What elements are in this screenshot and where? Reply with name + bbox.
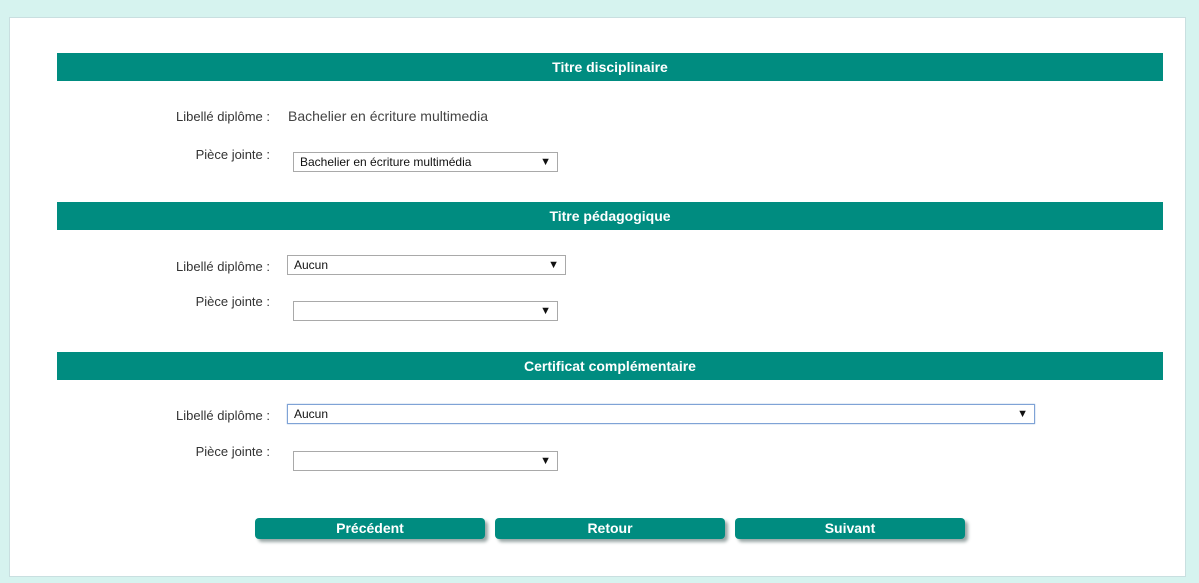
next-button[interactable]: Suivant [735,518,965,539]
piece-jointe-label: Pièce jointe : [195,147,270,162]
libelle-diplome-select[interactable]: Aucun ▼ [287,255,566,275]
libelle-diplome-label: Libellé diplôme : [176,408,270,423]
libelle-diplome-selected-value: Aucun [294,258,329,272]
section-header-titre-pedagogique: Titre pédagogique [57,202,1163,230]
piece-jointe-select[interactable]: Bachelier en écriture multimédia ▼ [293,152,558,172]
libelle-diplome-label: Libellé diplôme : [176,109,270,124]
previous-button[interactable]: Précédent [255,518,485,539]
piece-jointe-select[interactable]: ▼ [293,451,558,471]
dropdown-arrow-icon: ▼ [540,455,551,467]
dropdown-arrow-icon: ▼ [548,259,559,271]
section-header-certificat-complementaire: Certificat complémentaire [57,352,1163,380]
libelle-diplome-select[interactable]: Aucun ▼ [287,404,1035,424]
back-button[interactable]: Retour [495,518,725,539]
dropdown-arrow-icon: ▼ [1017,408,1028,420]
libelle-diplome-label: Libellé diplôme : [176,259,270,274]
piece-jointe-label: Pièce jointe : [195,444,270,459]
libelle-diplome-value: Bachelier en écriture multimedia [288,108,488,124]
piece-jointe-select[interactable]: ▼ [293,301,558,321]
dropdown-arrow-icon: ▼ [540,305,551,317]
piece-jointe-label: Pièce jointe : [195,294,270,309]
piece-jointe-selected-value: Bachelier en écriture multimédia [300,155,472,169]
libelle-diplome-selected-value: Aucun [294,407,329,421]
section-header-titre-disciplinaire: Titre disciplinaire [57,53,1163,81]
dropdown-arrow-icon: ▼ [540,156,551,168]
